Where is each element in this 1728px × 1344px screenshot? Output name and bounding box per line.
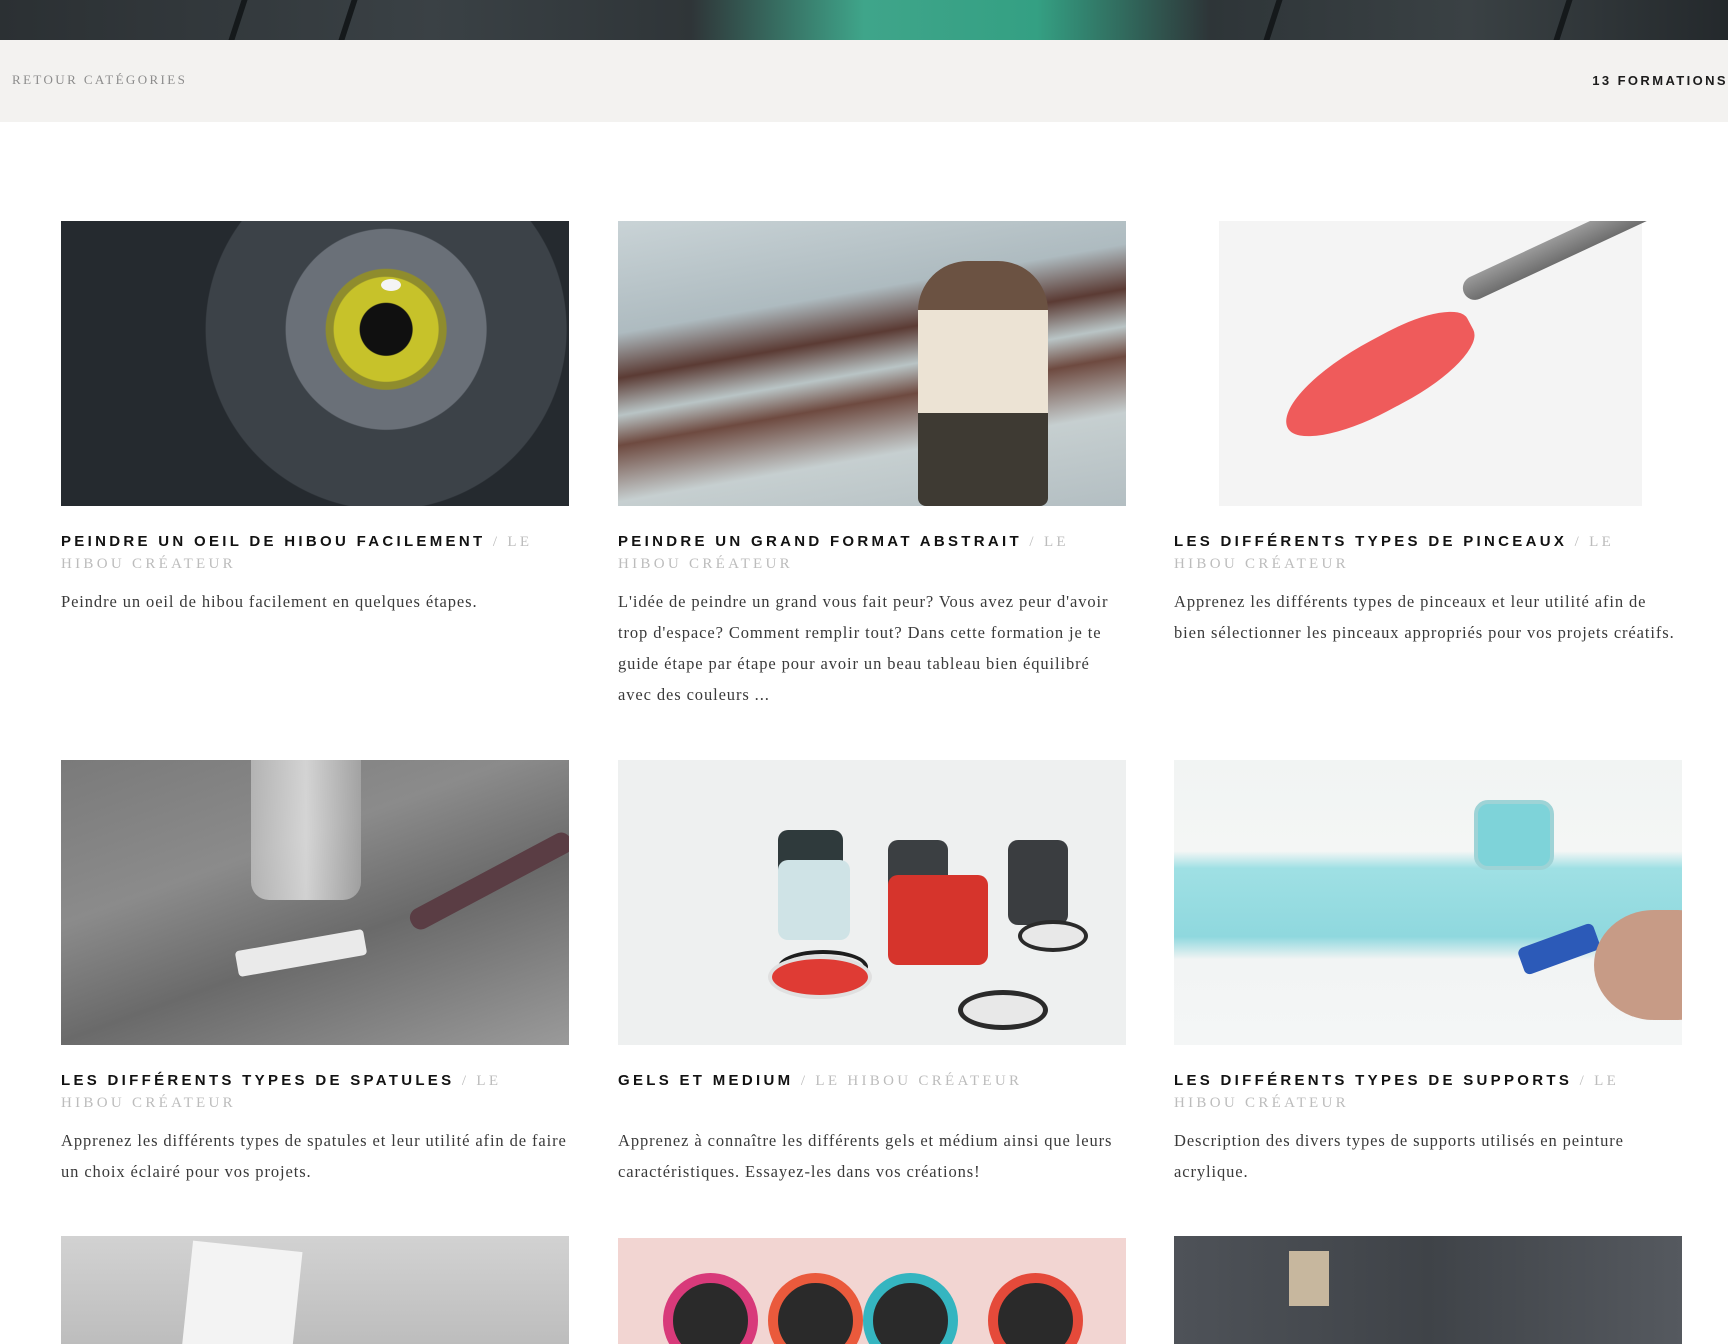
paint-pot-shape — [1474, 800, 1554, 870]
jar-shape — [888, 875, 988, 965]
course-title-link[interactable]: PEINDRE UN OEIL DE HIBOU FACILEMENT — [61, 533, 485, 550]
easel-leg-shape — [228, 0, 248, 40]
course-heading: PEINDRE UN OEIL DE HIBOU FACILEMENT / LE… — [61, 531, 569, 575]
course-title-link[interactable]: LES DIFFÉRENTS TYPES DE SPATULES — [61, 1072, 454, 1089]
course-card[interactable]: LES DIFFÉRENTS TYPES DE SUPPORTS / LE HI… — [1174, 760, 1682, 1200]
course-heading: LES DIFFÉRENTS TYPES DE PINCEAUX / LE HI… — [1174, 531, 1682, 575]
course-heading: GELS ET MEDIUM / LE HIBOU CRÉATEUR — [618, 1070, 1126, 1092]
course-thumbnail[interactable] — [61, 1236, 569, 1344]
back-to-categories-link[interactable]: RETOUR CATÉGORIES — [12, 72, 187, 88]
course-thumbnail[interactable] — [1174, 1236, 1682, 1344]
course-thumbnail[interactable] — [1174, 760, 1682, 1045]
tube-cap-shape — [988, 1273, 1083, 1344]
course-heading: LES DIFFÉRENTS TYPES DE SPATULES / LE HI… — [61, 1070, 569, 1114]
title-separator: / — [461, 1073, 477, 1089]
brush-handle-shape — [1458, 221, 1669, 304]
glass-shape — [251, 760, 361, 900]
course-author: LE HIBOU CRÉATEUR — [815, 1073, 1023, 1089]
course-description: Apprenez les différents types de spatule… — [61, 1131, 567, 1181]
course-card[interactable]: PEINDRE UN GRAND FORMAT ABSTRAIT / LE HI… — [618, 221, 1126, 721]
course-card[interactable]: PEINDRE UN OEIL DE HIBOU FACILEMENT / LE… — [61, 221, 569, 721]
thumbnail-margin — [1642, 221, 1682, 506]
red-dish-shape — [768, 955, 872, 999]
title-separator: / — [1029, 534, 1044, 550]
title-separator: / — [492, 534, 508, 550]
hero-banner-image — [0, 0, 1728, 40]
thumbnail-margin — [1174, 221, 1219, 506]
canvas-on-easel-shape — [179, 1240, 303, 1344]
course-description: Apprenez à connaître les différents gels… — [618, 1131, 1113, 1181]
jar-shape — [1008, 840, 1068, 925]
title-separator: / — [1574, 534, 1590, 550]
lid-shape — [1018, 920, 1088, 952]
jar-shape — [778, 860, 850, 940]
brush-shape — [1516, 922, 1602, 976]
category-bar: RETOUR CATÉGORIES 13 FORMATIONS — [0, 40, 1728, 122]
paint-stroke-shape — [1269, 295, 1489, 457]
course-title-link[interactable]: GELS ET MEDIUM — [618, 1072, 793, 1089]
course-card[interactable] — [1174, 1236, 1682, 1344]
course-heading: PEINDRE UN GRAND FORMAT ABSTRAIT / LE HI… — [618, 531, 1126, 575]
easel-leg-shape — [338, 0, 358, 40]
course-card[interactable]: LES DIFFÉRENTS TYPES DE PINCEAUX / LE HI… — [1174, 221, 1682, 721]
course-thumbnail[interactable] — [61, 760, 569, 1045]
course-description: Apprenez les différents types de pinceau… — [1174, 592, 1675, 642]
spatula-blade-shape — [234, 928, 368, 978]
course-thumbnail[interactable] — [618, 1238, 1126, 1344]
title-separator: / — [1579, 1073, 1595, 1089]
brush-bristle-shape — [1289, 1251, 1329, 1306]
course-title-link[interactable]: LES DIFFÉRENTS TYPES DE PINCEAUX — [1174, 533, 1567, 550]
course-count: 13 FORMATIONS — [1592, 73, 1728, 88]
course-thumbnail[interactable] — [1174, 221, 1682, 506]
easel-leg-shape — [1263, 0, 1283, 40]
course-card[interactable] — [618, 1238, 1126, 1344]
tube-cap-shape — [768, 1273, 863, 1344]
lid-shape — [958, 990, 1048, 1030]
course-thumbnail[interactable] — [618, 760, 1126, 1045]
course-title-link[interactable]: LES DIFFÉRENTS TYPES DE SUPPORTS — [1174, 1072, 1572, 1089]
course-card[interactable]: GELS ET MEDIUM / LE HIBOU CRÉATEUR Appre… — [618, 760, 1126, 1200]
easel-leg-shape — [1553, 0, 1573, 40]
tube-cap-shape — [863, 1273, 958, 1344]
tube-cap-shape — [663, 1273, 758, 1344]
course-card[interactable]: LES DIFFÉRENTS TYPES DE SPATULES / LE HI… — [61, 760, 569, 1200]
course-thumbnail[interactable] — [61, 221, 569, 506]
painter-figure-shape — [918, 261, 1048, 506]
hand-shape — [1594, 910, 1682, 1020]
course-thumbnail[interactable] — [618, 221, 1126, 506]
course-title-link[interactable]: PEINDRE UN GRAND FORMAT ABSTRAIT — [618, 533, 1022, 550]
course-card[interactable] — [61, 1236, 569, 1344]
course-description: Description des divers types de supports… — [1174, 1131, 1624, 1181]
course-description: Peindre un oeil de hibou facilement en q… — [61, 592, 478, 611]
title-separator: / — [800, 1073, 816, 1089]
course-heading: LES DIFFÉRENTS TYPES DE SUPPORTS / LE HI… — [1174, 1070, 1682, 1114]
spatula-handle-shape — [406, 829, 569, 933]
course-description: L'idée de peindre un grand vous fait peu… — [618, 592, 1109, 704]
